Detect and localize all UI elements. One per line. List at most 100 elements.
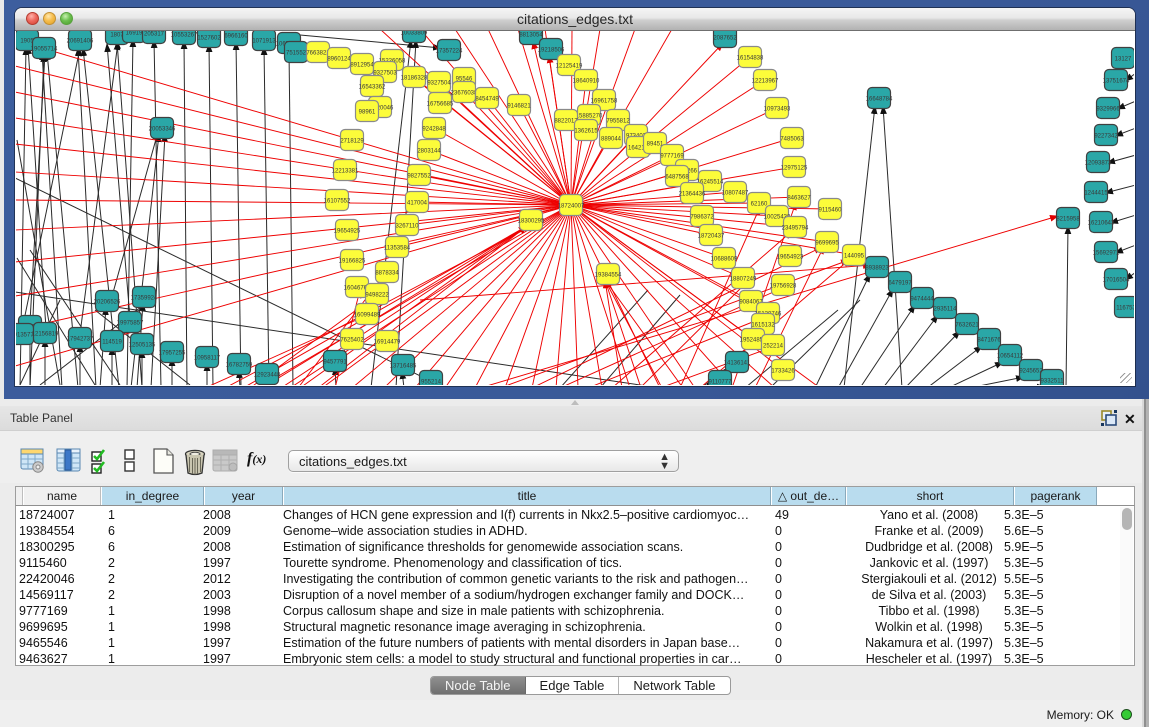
svg-text:16914479: 16914479 [374,339,401,345]
svg-text:17016504: 17016504 [1103,277,1130,283]
svg-text:10688609: 10688609 [711,256,738,262]
svg-text:9329966: 9329966 [1096,106,1120,112]
svg-text:19756928: 19756928 [770,283,797,289]
svg-text:16961758: 16961758 [591,98,618,104]
svg-text:17942737: 17942737 [67,336,94,342]
svg-text:10033809: 10033809 [401,31,428,36]
svg-text:1615132: 1615132 [751,322,775,328]
svg-text:12093873: 12093873 [1085,160,1112,166]
svg-text:20053346: 20053346 [149,126,176,132]
svg-text:10807487: 10807487 [722,190,749,196]
svg-text:16099489: 16099489 [354,312,381,318]
svg-text:98961: 98961 [359,109,376,115]
svg-text:16919: 16919 [126,31,143,36]
svg-text:18720437: 18720437 [698,233,725,239]
svg-text:19654923: 19654923 [777,254,804,260]
svg-text:23676038: 23676038 [451,90,478,96]
svg-text:9245652: 9245652 [1019,368,1043,374]
svg-text:1362615: 1362615 [574,128,598,134]
svg-text:12213381: 12213381 [332,168,359,174]
svg-text:16648784: 16648784 [866,96,893,102]
svg-text:7632621: 7632621 [955,322,979,328]
svg-text:9827552: 9827552 [407,173,431,179]
svg-text:6487568: 6487568 [665,174,689,180]
svg-text:7485063: 7485063 [780,136,804,142]
svg-text:6479197: 6479197 [888,280,912,286]
svg-text:1733426: 1733426 [771,368,795,374]
svg-text:16782759: 16782759 [226,362,253,368]
svg-text:19384554: 19384554 [595,272,622,278]
svg-text:12213967: 12213967 [752,78,779,84]
svg-text:13751674: 13751674 [1103,78,1130,84]
svg-text:2803144: 2803144 [417,148,441,154]
svg-text:9777169: 9777169 [660,153,684,159]
svg-text:19218506: 19218506 [538,47,565,53]
svg-text:889044: 889044 [601,136,622,142]
svg-text:10654112: 10654112 [997,353,1024,359]
svg-text:1244415: 1244415 [1084,190,1108,196]
svg-text:18300295: 18300295 [518,218,545,224]
svg-text:9474444: 9474444 [910,296,934,302]
svg-text:6966160: 6966160 [224,33,248,39]
svg-text:8471676: 8471676 [977,337,1001,343]
svg-text:20691406: 20691406 [67,38,94,44]
svg-text:19975857: 19975857 [117,320,144,326]
svg-text:23495794: 23495794 [782,225,809,231]
svg-text:12505135: 12505135 [129,342,156,348]
svg-text:17359924: 17359924 [131,295,158,301]
svg-text:205317: 205317 [144,31,165,37]
svg-text:8454749: 8454749 [475,96,499,102]
svg-text:16154838: 16154838 [737,55,764,61]
svg-text:19166825: 19166825 [339,258,366,264]
svg-text:8912954: 8912954 [350,62,374,68]
svg-text:1527602: 1527602 [197,35,221,41]
svg-text:417004: 417004 [407,200,428,206]
svg-text:12156819: 12156819 [32,331,59,337]
svg-text:8878334: 8878334 [375,270,399,276]
svg-text:21364436: 21364436 [679,191,706,197]
svg-text:13716485: 13716485 [390,363,417,369]
svg-text:12923448: 12923448 [254,372,281,378]
svg-text:9699695: 9699695 [815,240,839,246]
svg-text:19055714: 19055714 [31,46,58,52]
svg-text:8938923: 8938923 [865,265,889,271]
svg-text:15885270: 15885270 [576,113,603,119]
svg-text:1071913: 1071913 [252,38,276,44]
svg-text:8215958: 8215958 [1056,216,1080,222]
svg-text:10553267: 10553267 [171,32,198,38]
svg-text:18186328: 18186328 [401,75,428,81]
svg-text:8463627: 8463627 [787,195,811,201]
svg-text:16543362: 16543362 [359,84,386,90]
svg-text:9498222: 9498222 [365,292,389,298]
svg-text:12975125: 12975125 [781,165,808,171]
svg-text:955214: 955214 [421,379,442,385]
svg-text:9242848: 9242848 [422,126,446,132]
svg-text:116753: 116753 [1116,305,1134,311]
svg-text:12125419: 12125419 [556,63,583,69]
svg-text:17357224: 17357224 [436,48,463,54]
svg-text:16210643: 16210643 [1088,220,1115,226]
svg-text:9110777: 9110777 [709,379,733,385]
svg-text:9327504: 9327504 [427,80,451,86]
svg-text:15692971: 15692971 [1093,250,1120,256]
svg-text:144095: 144095 [844,253,865,259]
svg-text:7986372: 7986372 [690,214,714,220]
svg-text:10958117: 10958117 [194,355,221,361]
svg-text:2087652: 2087652 [713,35,737,41]
svg-text:20206526: 20206526 [94,299,121,305]
svg-text:9115460: 9115460 [819,207,843,213]
svg-text:17957255: 17957255 [159,350,186,356]
svg-text:16107552: 16107552 [324,198,351,204]
svg-text:114519: 114519 [102,339,122,345]
svg-text:10973493: 10973493 [764,106,791,112]
svg-text:252214: 252214 [763,343,784,349]
svg-text:11353584: 11353584 [384,245,411,251]
svg-text:2718129: 2718129 [340,138,364,144]
svg-text:8813054: 8813054 [519,32,543,38]
svg-text:14136141: 14136141 [724,360,751,366]
svg-text:62160: 62160 [751,201,768,207]
svg-text:18640910: 18640910 [573,78,600,84]
svg-text:7625402: 7625402 [340,337,364,343]
svg-text:751552: 751552 [286,50,307,56]
svg-text:16756685: 16756685 [427,101,454,107]
